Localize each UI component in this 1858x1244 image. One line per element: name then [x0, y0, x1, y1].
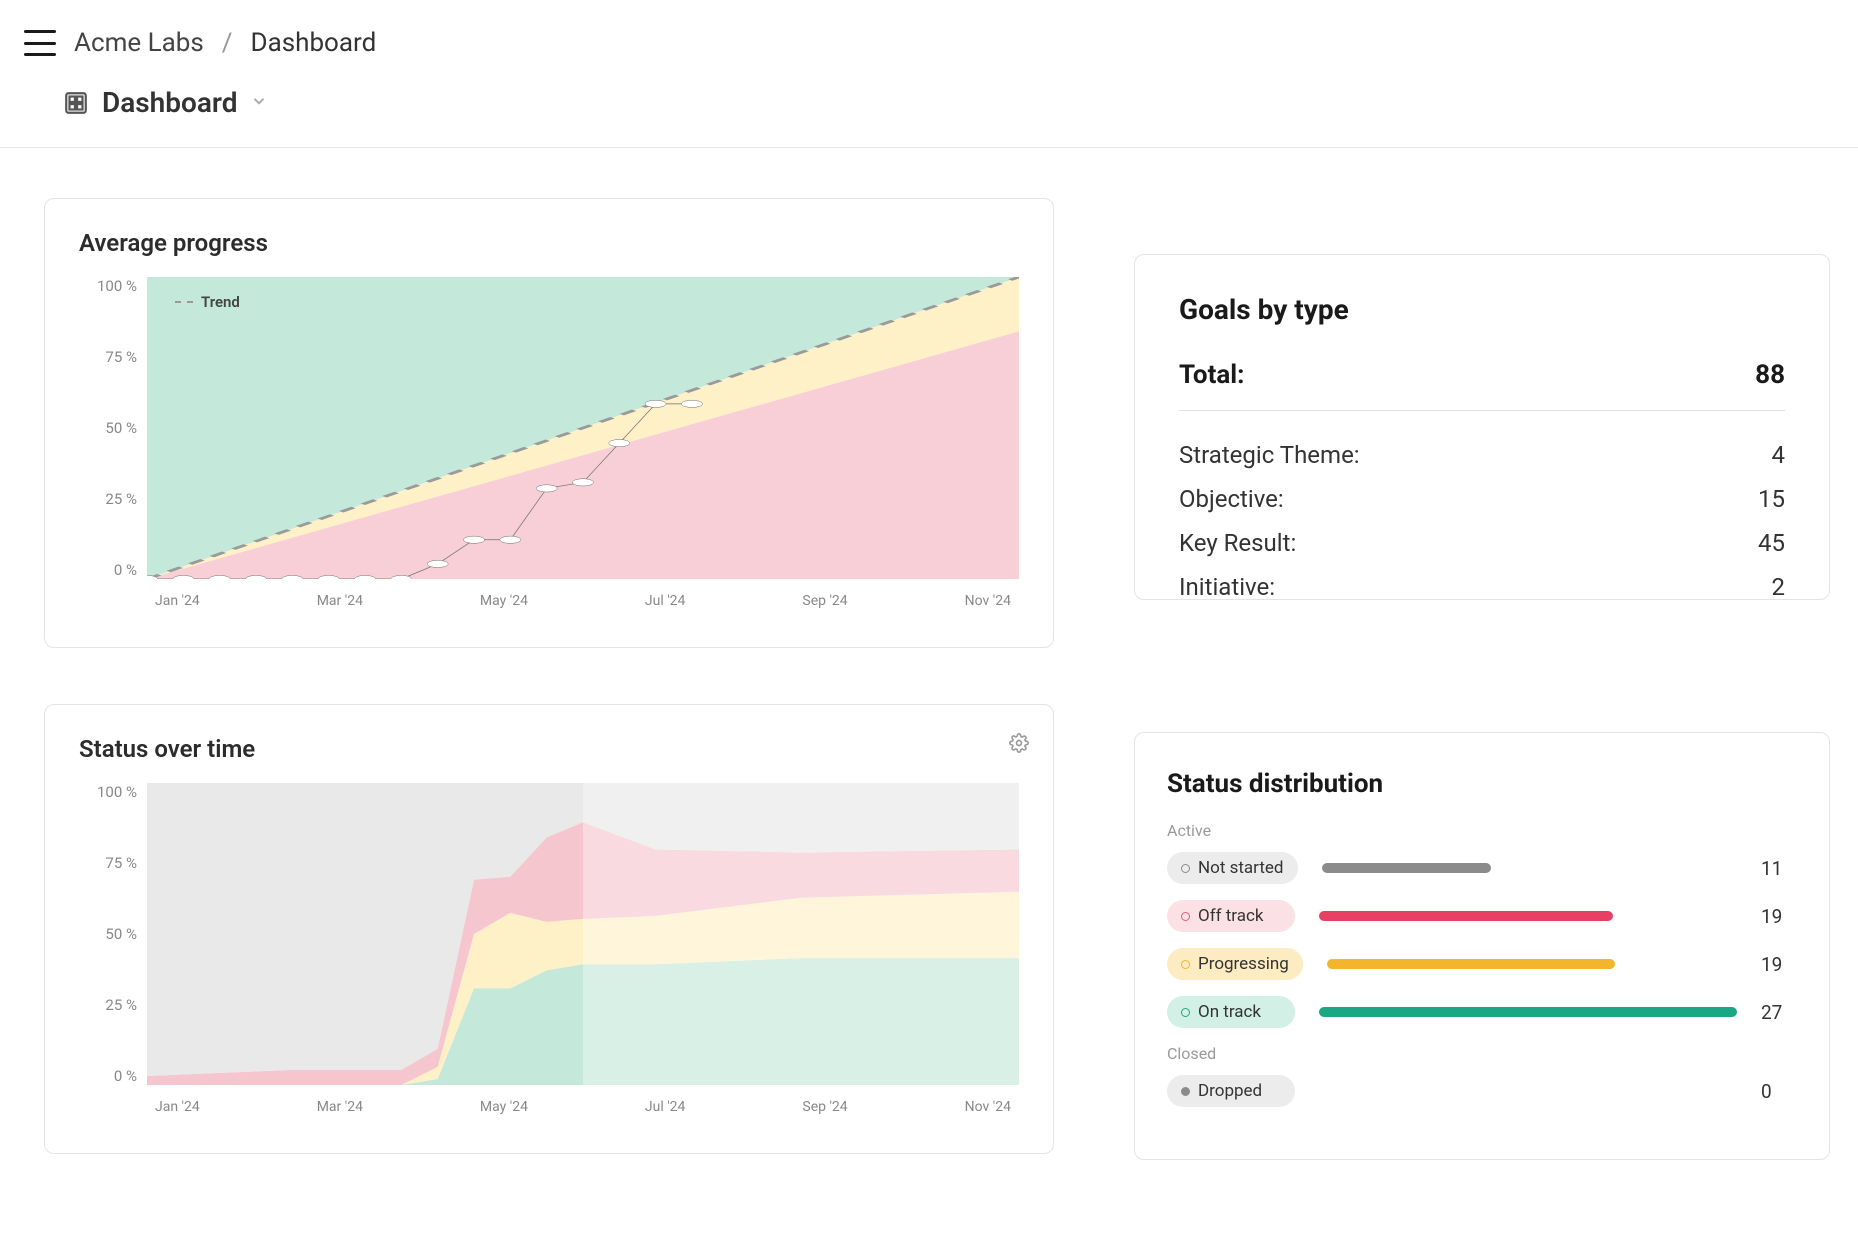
- status-time-chart: 100 %75 %50 %25 %0 % Jan '24Mar '24May '…: [79, 783, 1019, 1123]
- status-dot-icon: [1181, 960, 1190, 969]
- card-title: Status distribution: [1167, 769, 1791, 799]
- avg-progress-chart: 100 %75 %50 %25 %0 % Trend Jan '24Mar '2…: [79, 277, 1019, 617]
- breadcrumb: Acme Labs / Dashboard: [74, 28, 376, 58]
- status-dot-icon: [1181, 864, 1190, 873]
- goals-total-label: Total:: [1179, 360, 1245, 390]
- card-title: Average progress: [79, 229, 1019, 257]
- status-bar: [1319, 1086, 1737, 1096]
- status-pill[interactable]: Not started: [1167, 852, 1298, 884]
- status-distribution-card: Status distribution Active Not started 11…: [1134, 732, 1830, 1160]
- status-pill[interactable]: Progressing: [1167, 948, 1303, 980]
- trend-legend: Trend: [175, 293, 240, 311]
- dashboard-icon: [62, 89, 90, 117]
- status-dot-icon: [1181, 912, 1190, 921]
- goals-total-value: 88: [1755, 360, 1785, 390]
- goals-row: Initiative:2: [1179, 565, 1785, 600]
- status-count: 0: [1761, 1080, 1791, 1103]
- status-dot-icon: [1181, 1008, 1190, 1017]
- card-title: Status over time: [79, 735, 1019, 763]
- active-section-label: Active: [1167, 821, 1791, 840]
- status-pill[interactable]: On track: [1167, 996, 1295, 1028]
- page-title: Dashboard: [102, 86, 238, 119]
- breadcrumb-root[interactable]: Acme Labs: [74, 28, 204, 58]
- status-bar: [1319, 1007, 1737, 1017]
- status-bar: [1322, 863, 1737, 873]
- status-row: On track 27: [1167, 996, 1791, 1028]
- breadcrumb-sep: /: [222, 28, 233, 58]
- status-bar: [1319, 911, 1737, 921]
- goals-by-type-card: Goals by type Total: 88 Strategic Theme:…: [1134, 254, 1830, 600]
- status-count: 11: [1761, 857, 1791, 880]
- closed-section-label: Closed: [1167, 1044, 1791, 1063]
- chevron-down-icon[interactable]: [250, 92, 268, 114]
- gear-icon[interactable]: [1009, 733, 1029, 757]
- status-over-time-card: Status over time 100 %75 %50 %25 %0 % Ja…: [44, 704, 1054, 1154]
- status-bar: [1327, 959, 1737, 969]
- status-dot-icon: [1181, 1087, 1190, 1096]
- goals-row: Objective:15: [1179, 477, 1785, 521]
- avg-progress-card: Average progress 100 %75 %50 %25 %0 % Tr…: [44, 198, 1054, 648]
- status-row: Progressing 19: [1167, 948, 1791, 980]
- status-count: 27: [1761, 1001, 1791, 1024]
- status-pill[interactable]: Off track: [1167, 900, 1295, 932]
- breadcrumb-page[interactable]: Dashboard: [251, 28, 377, 58]
- menu-button[interactable]: [24, 30, 56, 56]
- status-count: 19: [1761, 905, 1791, 928]
- goals-row: Strategic Theme:4: [1179, 433, 1785, 477]
- status-count: 19: [1761, 953, 1791, 976]
- status-pill[interactable]: Dropped: [1167, 1075, 1295, 1107]
- status-row: Not started 11: [1167, 852, 1791, 884]
- goals-row: Key Result:45: [1179, 521, 1785, 565]
- status-row: Off track 19: [1167, 900, 1791, 932]
- card-title: Goals by type: [1179, 293, 1785, 326]
- status-row: Dropped 0: [1167, 1075, 1791, 1107]
